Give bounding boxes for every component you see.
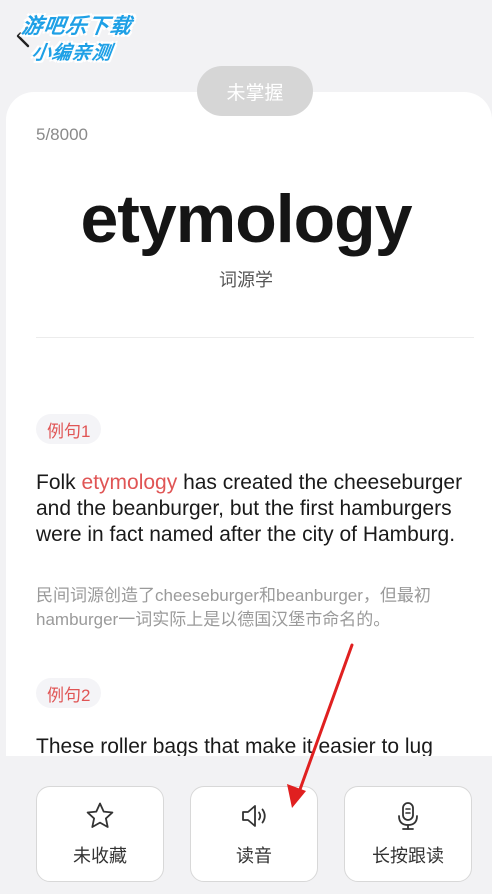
example-tag-1: 例句1 xyxy=(36,414,102,444)
example-tag-2: 例句2 xyxy=(36,678,102,708)
favorite-label: 未收藏 xyxy=(73,846,127,866)
example-sentence-1-en: Folk etymology has created the cheesebur… xyxy=(36,470,476,548)
microphone-icon xyxy=(398,802,418,830)
follow-read-label: 长按跟读 xyxy=(372,846,444,866)
word-translation: 词源学 xyxy=(219,270,273,290)
progress-counter: 5/8000 xyxy=(36,125,88,144)
mastery-status-button[interactable]: 未掌握 xyxy=(197,66,313,116)
pronounce-button[interactable]: 读音 xyxy=(190,786,318,882)
example-sentence-1-cn: 民间词源创造了cheeseburger和beanburger，但最初hambur… xyxy=(36,586,431,629)
speaker-icon xyxy=(242,805,266,827)
divider xyxy=(36,337,474,338)
watermark-line-2: 小编亲测 xyxy=(30,42,114,64)
example-sentence-1-highlight: etymology xyxy=(81,471,178,494)
star-icon xyxy=(86,802,114,828)
favorite-button[interactable]: 未收藏 xyxy=(36,786,164,882)
example-sentence-1-before: Folk xyxy=(36,471,82,494)
pronounce-label: 读音 xyxy=(236,846,272,866)
follow-read-button[interactable]: 长按跟读 xyxy=(344,786,472,882)
vocabulary-word: etymology xyxy=(80,181,412,257)
example-sentence-2-en: These roller bags that make it easier to… xyxy=(36,735,433,756)
watermark-line-1: 游吧乐下载 xyxy=(20,14,134,38)
watermark: 游吧乐下载 小编亲测 xyxy=(10,8,159,70)
